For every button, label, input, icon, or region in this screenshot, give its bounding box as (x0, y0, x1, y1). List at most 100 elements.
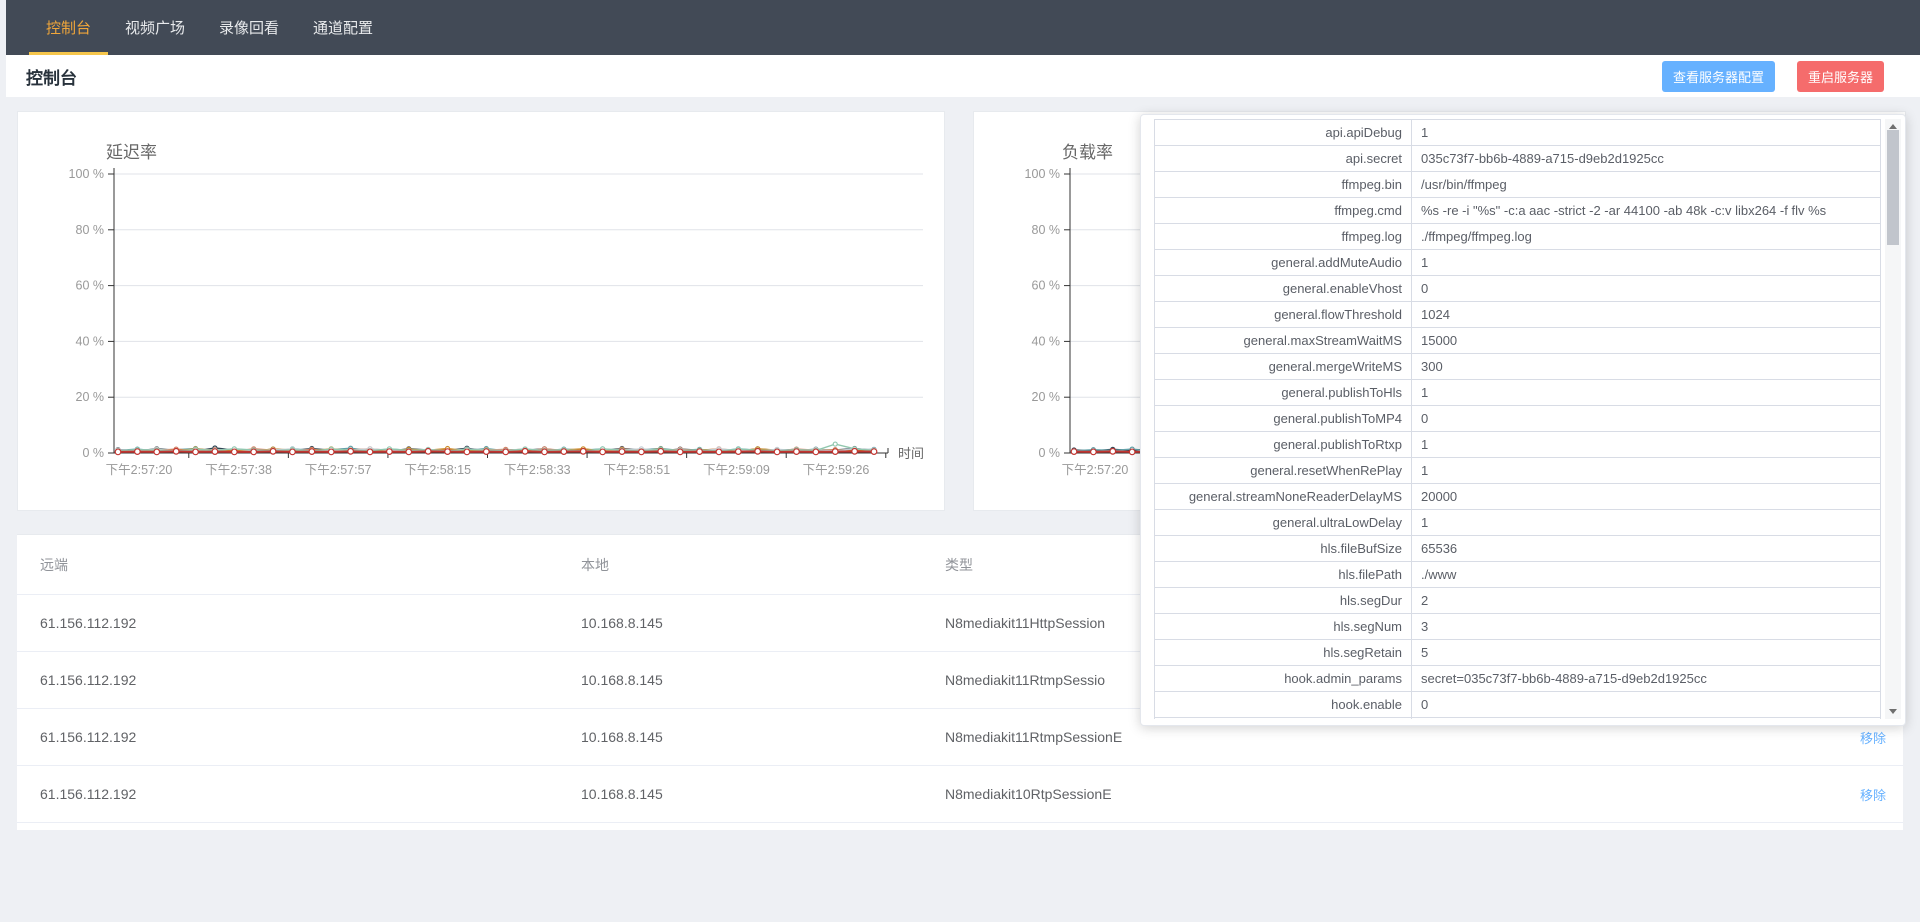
config-value: 300 (1412, 354, 1880, 379)
config-row: general.publishToMP40 (1155, 406, 1880, 432)
config-key: general.maxStreamWaitMS (1155, 328, 1412, 353)
config-value: ./ffmpeg/ffmpeg.log (1412, 224, 1880, 249)
header-actions: 查看服务器配置 重启服务器 (1662, 61, 1884, 92)
cell-remote: 61.156.112.192 (17, 786, 581, 802)
scrollbar-down-arrow-icon[interactable] (1885, 704, 1901, 719)
config-key: ffmpeg.bin (1155, 172, 1412, 197)
svg-text:80 %: 80 % (1032, 223, 1061, 237)
cell-action: 移除 (1743, 785, 1903, 804)
svg-text:20 %: 20 % (1032, 390, 1061, 404)
config-key: general.ultraLowDelay (1155, 510, 1412, 535)
config-key: hls.fileBufSize (1155, 536, 1412, 561)
nav-tab-2[interactable]: 视频广场 (108, 0, 202, 55)
config-key: general.resetWhenRePlay (1155, 458, 1412, 483)
svg-text:延迟率: 延迟率 (106, 143, 157, 162)
config-row: general.enableVhost0 (1155, 276, 1880, 302)
cell-local: 10.168.8.145 (581, 672, 945, 688)
cell-type: N8mediakit11RtmpSessionE (945, 729, 1743, 745)
cell-remote: 61.156.112.192 (17, 615, 581, 631)
app-root: 控制台视频广场录像回看通道配置 控制台 查看服务器配置 重启服务器 延迟率100… (0, 0, 1920, 922)
config-row: general.flowThreshold1024 (1155, 302, 1880, 328)
cell-local: 10.168.8.145 (581, 786, 945, 802)
config-value: 5 (1412, 640, 1880, 665)
config-value: 1 (1412, 250, 1880, 275)
page-header: 控制台 查看服务器配置 重启服务器 (6, 55, 1920, 97)
config-key: general.enableVhost (1155, 276, 1412, 301)
config-row: api.apiDebug1 (1155, 120, 1880, 146)
page-title: 控制台 (26, 64, 77, 89)
svg-text:60 %: 60 % (76, 279, 105, 293)
config-row: general.mergeWriteMS300 (1155, 354, 1880, 380)
svg-text:时间: 时间 (898, 446, 924, 461)
svg-text:下午2:57:20: 下午2:57:20 (106, 463, 173, 477)
config-key: general.flowThreshold (1155, 302, 1412, 327)
svg-text:40 %: 40 % (76, 334, 105, 348)
config-row: hls.fileBufSize65536 (1155, 536, 1880, 562)
svg-text:下午2:57:20: 下午2:57:20 (1062, 463, 1129, 477)
config-row: hook.enable0 (1155, 692, 1880, 718)
cell-remote: 61.156.112.192 (17, 672, 581, 688)
config-value: 0 (1412, 406, 1880, 431)
config-value: ./www (1412, 562, 1880, 587)
config-row: ffmpeg.bin/usr/bin/ffmpeg (1155, 172, 1880, 198)
config-value: 1 (1412, 120, 1880, 145)
config-row: ffmpeg.log./ffmpeg/ffmpeg.log (1155, 224, 1880, 250)
config-value: 1 (1412, 380, 1880, 405)
config-row: general.maxStreamWaitMS15000 (1155, 328, 1880, 354)
config-key: hook.admin_params (1155, 666, 1412, 691)
config-value: %s -re -i "%s" -c:a aac -strict -2 -ar 4… (1412, 198, 1880, 223)
nav-tab-4[interactable]: 通道配置 (296, 0, 390, 55)
scrollbar-thumb[interactable] (1887, 130, 1899, 245)
view-server-config-button[interactable]: 查看服务器配置 (1662, 61, 1775, 92)
column-header-remote: 远端 (17, 555, 581, 575)
restart-server-button[interactable]: 重启服务器 (1797, 61, 1884, 92)
config-key: ffmpeg.cmd (1155, 198, 1412, 223)
svg-text:下午2:58:51: 下午2:58:51 (603, 463, 670, 477)
nav-tab-3[interactable]: 录像回看 (202, 0, 296, 55)
config-key: hls.segNum (1155, 614, 1412, 639)
svg-text:40 %: 40 % (1032, 334, 1061, 348)
config-row: general.publishToRtxp1 (1155, 432, 1880, 458)
latency-chart: 延迟率100 %80 %60 %40 %20 %0 %下午2:57:20下午2:… (18, 112, 944, 510)
config-key: hls.segDur (1155, 588, 1412, 613)
config-row: hls.filePath./www (1155, 562, 1880, 588)
config-key: api.apiDebug (1155, 120, 1412, 145)
config-value (1412, 718, 1880, 719)
config-value: /usr/bin/ffmpeg (1412, 172, 1880, 197)
svg-text:60 %: 60 % (1032, 279, 1061, 293)
config-value: 1 (1412, 432, 1880, 457)
nav-tab-1[interactable]: 控制台 (29, 0, 108, 55)
cell-local: 10.168.8.145 (581, 729, 945, 745)
top-navbar: 控制台视频广场录像回看通道配置 (6, 0, 1920, 55)
config-row (1155, 718, 1880, 719)
svg-text:下午2:58:15: 下午2:58:15 (404, 463, 471, 477)
remove-link[interactable]: 移除 (1860, 788, 1886, 803)
server-config-popover: api.apiDebug1api.secret035c73f7-bb6b-488… (1140, 114, 1906, 726)
remove-link[interactable]: 移除 (1860, 731, 1886, 746)
config-key: hls.filePath (1155, 562, 1412, 587)
cell-local: 10.168.8.145 (581, 615, 945, 631)
config-row: ffmpeg.cmd%s -re -i "%s" -c:a aac -stric… (1155, 198, 1880, 224)
table-row: 61.156.112.19210.168.8.145N8mediakit10Rt… (17, 766, 1903, 823)
svg-text:100 %: 100 % (69, 167, 104, 181)
config-key: ffmpeg.log (1155, 224, 1412, 249)
config-key: hook.enable (1155, 692, 1412, 717)
config-row: hook.admin_paramssecret=035c73f7-bb6b-48… (1155, 666, 1880, 692)
config-key: general.mergeWriteMS (1155, 354, 1412, 379)
svg-text:下午2:59:26: 下午2:59:26 (803, 463, 870, 477)
config-value: 1 (1412, 458, 1880, 483)
config-row: general.ultraLowDelay1 (1155, 510, 1880, 536)
config-scrollbar[interactable] (1885, 119, 1901, 719)
svg-text:负载率: 负载率 (1062, 143, 1113, 162)
svg-text:0 %: 0 % (1038, 446, 1060, 460)
cell-type: N8mediakit10RtpSessionE (945, 786, 1743, 802)
config-key: api.secret (1155, 146, 1412, 171)
svg-text:下午2:59:09: 下午2:59:09 (703, 463, 770, 477)
config-key: hls.segRetain (1155, 640, 1412, 665)
config-row: api.secret035c73f7-bb6b-4889-a715-d9eb2d… (1155, 146, 1880, 172)
config-row: general.addMuteAudio1 (1155, 250, 1880, 276)
svg-text:100 %: 100 % (1025, 167, 1060, 181)
cell-action: 移除 (1743, 728, 1903, 747)
config-value: 15000 (1412, 328, 1880, 353)
server-config-list: api.apiDebug1api.secret035c73f7-bb6b-488… (1154, 119, 1881, 719)
